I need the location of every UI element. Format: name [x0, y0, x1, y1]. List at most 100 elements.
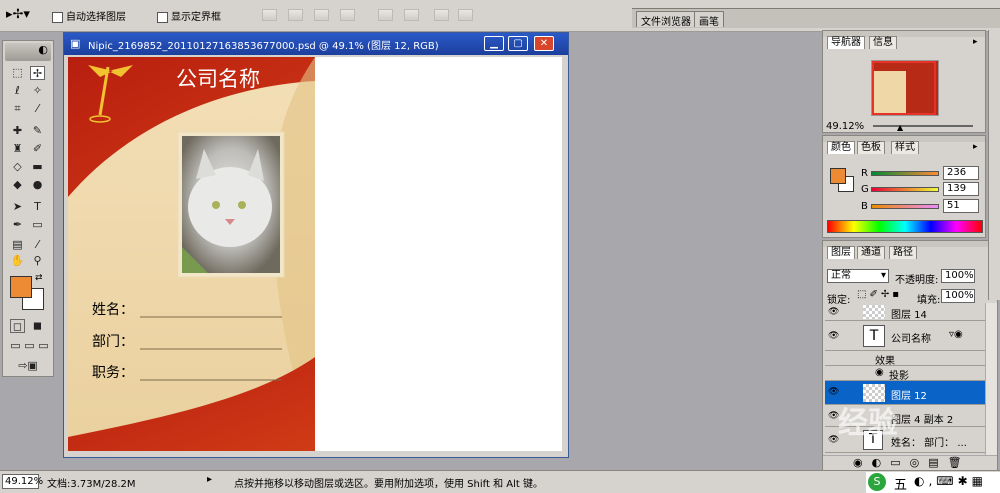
move-tool-preset-icon[interactable]: ▸✢▾ — [6, 7, 30, 22]
layer-effects-icon[interactable]: ▿◉ — [949, 329, 963, 340]
zoom-slider-thumb-icon[interactable]: ▲ — [897, 123, 903, 132]
minimize-button[interactable]: ▁ — [484, 36, 504, 51]
slice-tool-icon[interactable]: ⁄ — [30, 102, 45, 116]
drop-shadow-icon[interactable]: ◉ — [875, 367, 884, 378]
path-select-icon[interactable]: ➤ — [10, 200, 25, 214]
align-left-icon[interactable] — [340, 9, 355, 21]
g-slider[interactable] — [871, 187, 939, 192]
layer-row[interactable]: 👁 图层 14 — [825, 303, 995, 321]
brush-tool-icon[interactable]: ✎ — [30, 124, 45, 138]
document-window: ▣ Nipic_2169852_20110127163853677000.psd… — [63, 32, 569, 458]
panel-menu-icon[interactable]: ▸ — [973, 37, 978, 47]
eraser-tool-icon[interactable]: ◇ — [10, 160, 25, 174]
status-hint: 点按并拖移以移动图层或选区。要用附加选项，使用 Shift 和 Alt 键。 — [234, 479, 543, 490]
lock-options-icon[interactable]: ⬚✐✢▪ — [857, 289, 902, 300]
align-vcenter-icon[interactable] — [288, 9, 303, 21]
brushes-tab[interactable]: 画笔 — [694, 11, 724, 28]
panel-menu-icon[interactable]: ▸ — [973, 142, 978, 152]
notes-tool-icon[interactable]: ▤ — [10, 238, 25, 252]
show-bounds-checkbox[interactable]: 显示定界框 — [157, 8, 221, 23]
b-value[interactable]: 51 — [943, 199, 979, 213]
standard-mode-icon[interactable]: ◻ — [10, 319, 25, 333]
layers-scrollbar[interactable] — [985, 303, 997, 455]
magic-wand-icon[interactable]: ✧ — [30, 84, 45, 98]
align-top-icon[interactable] — [262, 9, 277, 21]
screen-mode-standard-icon[interactable]: ▭ — [8, 339, 23, 353]
screen-mode-full-icon[interactable]: ▭ — [36, 339, 51, 353]
eye-icon[interactable]: 👁 — [828, 331, 839, 341]
palette-well: 文件浏览器 画笔 — [632, 8, 1000, 28]
ime-logo-icon[interactable]: S — [868, 473, 886, 491]
gradient-tool-icon[interactable]: ▬ — [30, 160, 45, 174]
color-tab[interactable]: 颜色 — [827, 141, 855, 154]
screen-mode-menubar-icon[interactable]: ▭ — [22, 339, 37, 353]
pen-tool-icon[interactable]: ✒ — [10, 218, 25, 232]
close-button[interactable]: ✕ — [534, 36, 554, 51]
shape-tool-icon[interactable]: ▭ — [30, 218, 45, 232]
swatches-tab[interactable]: 色板 — [857, 141, 885, 154]
document-titlebar[interactable]: ▣ Nipic_2169852_20110127163853677000.psd… — [64, 33, 568, 55]
effect-drop-shadow-row[interactable]: ◉ 投影 — [825, 366, 995, 382]
layer-row[interactable]: 👁 T 公司名称 ▿◉ — [825, 321, 995, 351]
distribute-left-icon[interactable] — [434, 9, 449, 21]
color-spectrum-ramp[interactable] — [827, 220, 983, 233]
healing-brush-icon[interactable]: ✚ — [10, 124, 25, 138]
blur-tool-icon[interactable]: ◆ — [10, 178, 25, 192]
jump-to-imageready-icon[interactable]: ⇨▣ — [10, 359, 46, 373]
lasso-tool-icon[interactable]: ℓ — [10, 84, 25, 98]
status-bar: 49.12% 文档:3.73M/28.2M ▸ 点按并拖移以移动图层或选区。要用… — [0, 470, 1000, 493]
crop-tool-icon[interactable]: ⌗ — [10, 102, 25, 116]
navigator-zoom-slider[interactable] — [873, 125, 973, 127]
eyedropper-icon[interactable]: ⁄ — [30, 238, 45, 252]
align-bottom-icon[interactable] — [314, 9, 329, 21]
r-value[interactable]: 236 — [943, 166, 979, 180]
fill-value[interactable]: 100% — [941, 289, 975, 303]
navigator-thumbnail[interactable] — [871, 60, 939, 116]
ime-mode-label[interactable]: 五 — [894, 474, 907, 493]
swap-colors-icon[interactable]: ⇄ — [35, 273, 43, 283]
eye-icon[interactable]: 👁 — [828, 387, 839, 397]
status-info-arrow-icon[interactable]: ▸ — [207, 474, 212, 485]
blend-mode-select[interactable]: 正常 ▾ — [827, 269, 889, 283]
styles-tab[interactable]: 样式 — [891, 141, 919, 154]
show-bounds-check-icon — [157, 11, 168, 23]
foreground-color-swatch[interactable] — [10, 276, 32, 298]
file-browser-tab[interactable]: 文件浏览器 — [636, 11, 696, 28]
navigator-zoom[interactable]: 49.12% — [826, 121, 864, 132]
distribute-top-icon[interactable] — [378, 9, 393, 21]
history-brush-icon[interactable]: ✐ — [30, 142, 45, 156]
opacity-value[interactable]: 100% — [941, 269, 975, 283]
color-fg-swatch[interactable] — [830, 168, 846, 184]
status-zoom[interactable]: 49.12% — [2, 474, 43, 489]
hand-tool-icon[interactable]: ✋ — [10, 254, 25, 268]
document-canvas[interactable]: 公司名称 姓名： 部门： 职务： — [68, 57, 562, 451]
r-slider[interactable] — [871, 171, 939, 176]
type-tool-icon[interactable]: T — [30, 200, 45, 214]
navigator-tab[interactable]: 导航器 — [827, 36, 865, 49]
adobe-feather-icon[interactable]: ◐ — [5, 43, 51, 61]
paths-tab[interactable]: 路径 — [889, 246, 917, 259]
layers-tab[interactable]: 图层 — [827, 246, 855, 259]
distribute-right-icon[interactable] — [458, 9, 473, 21]
b-slider[interactable] — [871, 204, 939, 209]
ime-tool-icons[interactable]: ◐,⌨✱▦ — [914, 474, 987, 488]
maximize-button[interactable]: ▢ — [508, 36, 528, 51]
marquee-tool-icon[interactable]: ⬚ — [10, 66, 25, 80]
eye-icon[interactable]: 👁 — [828, 307, 839, 317]
show-bounds-label: 显示定界框 — [171, 12, 221, 23]
auto-select-label: 自动选择图层 — [66, 12, 126, 23]
info-tab[interactable]: 信息 — [869, 36, 897, 49]
zoom-tool-icon[interactable]: ⚲ — [30, 254, 45, 268]
navigator-view-box[interactable] — [872, 61, 936, 115]
layer-effects-row[interactable]: 效果 — [825, 351, 995, 367]
channels-tab[interactable]: 通道 — [857, 246, 885, 259]
g-value[interactable]: 139 — [943, 182, 979, 196]
dodge-tool-icon[interactable]: ● — [30, 178, 45, 192]
quickmask-mode-icon[interactable]: ◼ — [30, 319, 45, 333]
auto-select-checkbox[interactable]: 自动选择图层 — [52, 8, 126, 23]
distribute-vcenter-icon[interactable] — [404, 9, 419, 21]
clone-stamp-icon[interactable]: ♜ — [10, 142, 25, 156]
move-tool-icon[interactable]: ✢ — [30, 66, 45, 80]
type-layer-thumbnail: T — [863, 325, 885, 347]
card-field-position: 职务： — [92, 365, 134, 381]
